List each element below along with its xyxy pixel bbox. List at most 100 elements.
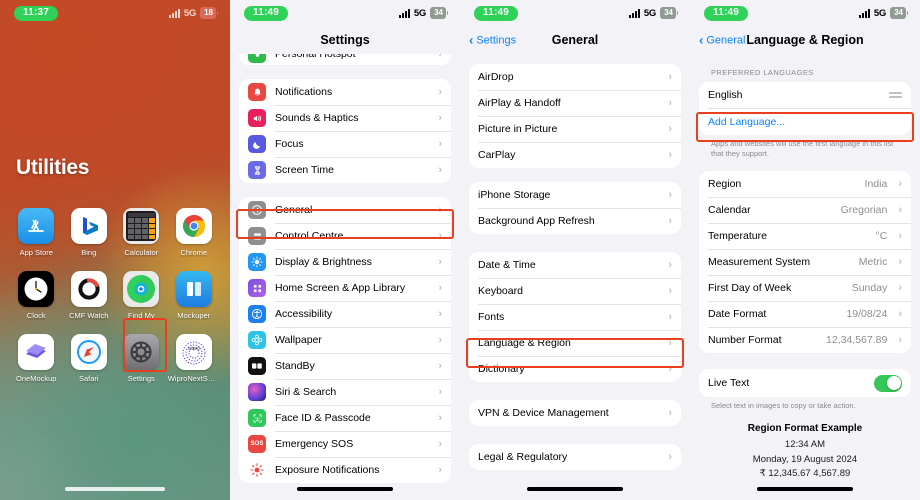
hourglass-icon bbox=[248, 161, 266, 179]
home-indicator bbox=[297, 487, 393, 491]
sidebar-item-focus[interactable]: Focus › bbox=[239, 131, 451, 157]
chevron-right-icon: › bbox=[668, 284, 672, 297]
sidebar-item-screen-time[interactable]: Screen Time › bbox=[239, 157, 451, 183]
app-label: CMF Watch bbox=[69, 311, 109, 320]
language-item-english[interactable]: English bbox=[699, 82, 911, 108]
back-button[interactable]: ‹ Settings bbox=[469, 34, 516, 47]
row-live-text[interactable]: Live Text bbox=[699, 369, 911, 398]
sidebar-item-home-screen[interactable]: Home Screen & App Library › bbox=[239, 275, 451, 301]
app-item-wipro[interactable]: wipro WiproNextSm... bbox=[168, 334, 221, 383]
settings-group-a: Notifications › Sounds & Haptics › Focus… bbox=[239, 79, 451, 183]
app-item-safari[interactable]: Safari bbox=[63, 334, 116, 383]
safari-icon bbox=[70, 334, 107, 370]
sidebar-item-personal-hotspot[interactable]: Personal Hotspot › bbox=[239, 54, 451, 65]
sidebar-item-standby[interactable]: StandBy › bbox=[239, 353, 451, 379]
status-bar-language-region: 11:49 5G 34 bbox=[690, 0, 920, 26]
app-item-clock[interactable]: Clock bbox=[10, 271, 63, 320]
sidebar-item-general[interactable]: General › bbox=[239, 197, 451, 223]
chevron-right-icon: › bbox=[438, 463, 442, 476]
app-item-settings[interactable]: Settings bbox=[115, 334, 168, 383]
sidebar-item-wallpaper[interactable]: Wallpaper › bbox=[239, 327, 451, 353]
app-label: Calculator bbox=[124, 248, 159, 257]
chevron-right-icon: › bbox=[438, 307, 442, 320]
add-language-button[interactable]: Add Language... bbox=[699, 108, 911, 135]
sidebar-item-exposure-notifications[interactable]: Exposure Notifications › bbox=[239, 457, 451, 483]
row-temperature[interactable]: Temperature °C › bbox=[699, 223, 911, 250]
row-label: Fonts bbox=[478, 311, 505, 323]
siri-icon bbox=[248, 383, 266, 401]
sidebar-item-carplay[interactable]: CarPlay › bbox=[469, 142, 681, 168]
app-item-onemockup[interactable]: OneMockup bbox=[10, 334, 63, 383]
sidebar-item-siri-search[interactable]: Siri & Search › bbox=[239, 379, 451, 405]
row-date-format[interactable]: Date Format 19/08/24 › bbox=[699, 301, 911, 328]
app-label: Mockuper bbox=[177, 311, 211, 320]
sidebar-item-accessibility[interactable]: Accessibility › bbox=[239, 301, 451, 327]
settings-scroll-area[interactable]: Personal Hotspot › Notifications › Soun bbox=[230, 54, 460, 500]
general-group-c: Date & Time › Keyboard › Fonts › Languag… bbox=[469, 252, 681, 382]
sidebar-item-iphone-storage[interactable]: iPhone Storage › bbox=[469, 182, 681, 208]
app-label: Clock bbox=[26, 311, 46, 320]
sidebar-item-legal-regulatory[interactable]: Legal & Regulatory › bbox=[469, 444, 681, 470]
chevron-right-icon: › bbox=[438, 333, 442, 346]
clock-icon bbox=[18, 271, 55, 307]
row-first-day-of-week[interactable]: First Day of Week Sunday › bbox=[699, 275, 911, 302]
status-bar-settings: 11:49 5G 34 bbox=[230, 0, 460, 26]
sidebar-item-keyboard[interactable]: Keyboard › bbox=[469, 278, 681, 304]
app-item-calculator[interactable]: Calculator bbox=[115, 208, 168, 257]
back-button[interactable]: ‹ General bbox=[699, 34, 745, 47]
live-text-toggle[interactable] bbox=[874, 374, 902, 392]
sidebar-item-language-region[interactable]: Language & Region › bbox=[469, 330, 681, 356]
row-number-format[interactable]: Number Format 12,34,567.89 › bbox=[699, 327, 911, 354]
sidebar-item-face-id-passcode[interactable]: Face ID & Passcode › bbox=[239, 405, 451, 431]
sidebar-item-control-centre[interactable]: Control Centre › bbox=[239, 223, 451, 249]
row-calendar[interactable]: Calendar Gregorian › bbox=[699, 197, 911, 224]
sidebar-item-emergency-sos[interactable]: SOS Emergency SOS › bbox=[239, 431, 451, 457]
general-group-e: Legal & Regulatory › bbox=[469, 444, 681, 470]
sidebar-item-fonts[interactable]: Fonts › bbox=[469, 304, 681, 330]
signal-bars-icon bbox=[398, 8, 410, 18]
app-grid: App Store Bing Calculator Chrome Clock C… bbox=[0, 208, 230, 383]
sidebar-item-airdrop[interactable]: AirDrop › bbox=[469, 64, 681, 90]
row-value: Metric bbox=[858, 256, 888, 269]
battery-indicator: 34 bbox=[430, 7, 448, 19]
sidebar-item-picture-in-picture[interactable]: Picture in Picture › bbox=[469, 116, 681, 142]
back-label: General bbox=[706, 34, 746, 46]
app-item-bing[interactable]: Bing bbox=[63, 208, 116, 257]
onemockup-icon bbox=[18, 334, 55, 370]
row-measurement-system[interactable]: Measurement System Metric › bbox=[699, 249, 911, 276]
sidebar-item-date-time[interactable]: Date & Time › bbox=[469, 252, 681, 278]
row-value: Gregorian bbox=[840, 204, 888, 217]
section-header-preferred-languages: PREFERRED LANGUAGES bbox=[711, 68, 814, 77]
sidebar-item-notifications[interactable]: Notifications › bbox=[239, 79, 451, 105]
language-region-scroll-area[interactable]: PREFERRED LANGUAGES English Add Language… bbox=[690, 54, 920, 500]
row-label: Number Format bbox=[708, 334, 782, 347]
chevron-right-icon: › bbox=[438, 281, 442, 294]
chevron-right-icon: › bbox=[438, 411, 442, 424]
battery-indicator: 18 bbox=[200, 7, 218, 19]
sidebar-item-vpn-device-management[interactable]: VPN & Device Management › bbox=[469, 400, 681, 426]
general-scroll-area[interactable]: AirDrop › AirPlay & Handoff › Picture in… bbox=[460, 64, 690, 500]
reorder-handle-icon[interactable] bbox=[889, 92, 902, 98]
sidebar-item-dictionary[interactable]: Dictionary › bbox=[469, 356, 681, 382]
app-item-mockuper[interactable]: Mockuper bbox=[168, 271, 221, 320]
app-item-cmf-watch[interactable]: CMF Watch bbox=[63, 271, 116, 320]
sidebar-item-sounds-haptics[interactable]: Sounds & Haptics › bbox=[239, 105, 451, 131]
row-label: AirPlay & Handoff bbox=[478, 97, 561, 109]
chevron-right-icon: › bbox=[668, 362, 672, 375]
sidebar-item-display-brightness[interactable]: Display & Brightness › bbox=[239, 249, 451, 275]
sidebar-item-airplay-handoff[interactable]: AirPlay & Handoff › bbox=[469, 90, 681, 116]
chevron-right-icon: › bbox=[898, 333, 902, 346]
app-item-chrome[interactable]: Chrome bbox=[168, 208, 221, 257]
app-label: WiproNextSm... bbox=[167, 374, 220, 383]
mockuper-icon bbox=[175, 271, 212, 307]
nav-bar-general: ‹ Settings General bbox=[460, 26, 690, 54]
row-region[interactable]: Region India › bbox=[699, 171, 911, 198]
app-item-find-my[interactable]: Find My bbox=[115, 271, 168, 320]
status-indicators: 5G 34 bbox=[628, 7, 678, 19]
sidebar-item-background-app-refresh[interactable]: Background App Refresh › bbox=[469, 208, 681, 234]
chevron-right-icon: › bbox=[668, 148, 672, 161]
row-label: Notifications bbox=[275, 86, 333, 98]
chevron-right-icon: › bbox=[668, 188, 672, 201]
chevron-right-icon: › bbox=[438, 137, 442, 150]
app-item-app-store[interactable]: App Store bbox=[10, 208, 63, 257]
